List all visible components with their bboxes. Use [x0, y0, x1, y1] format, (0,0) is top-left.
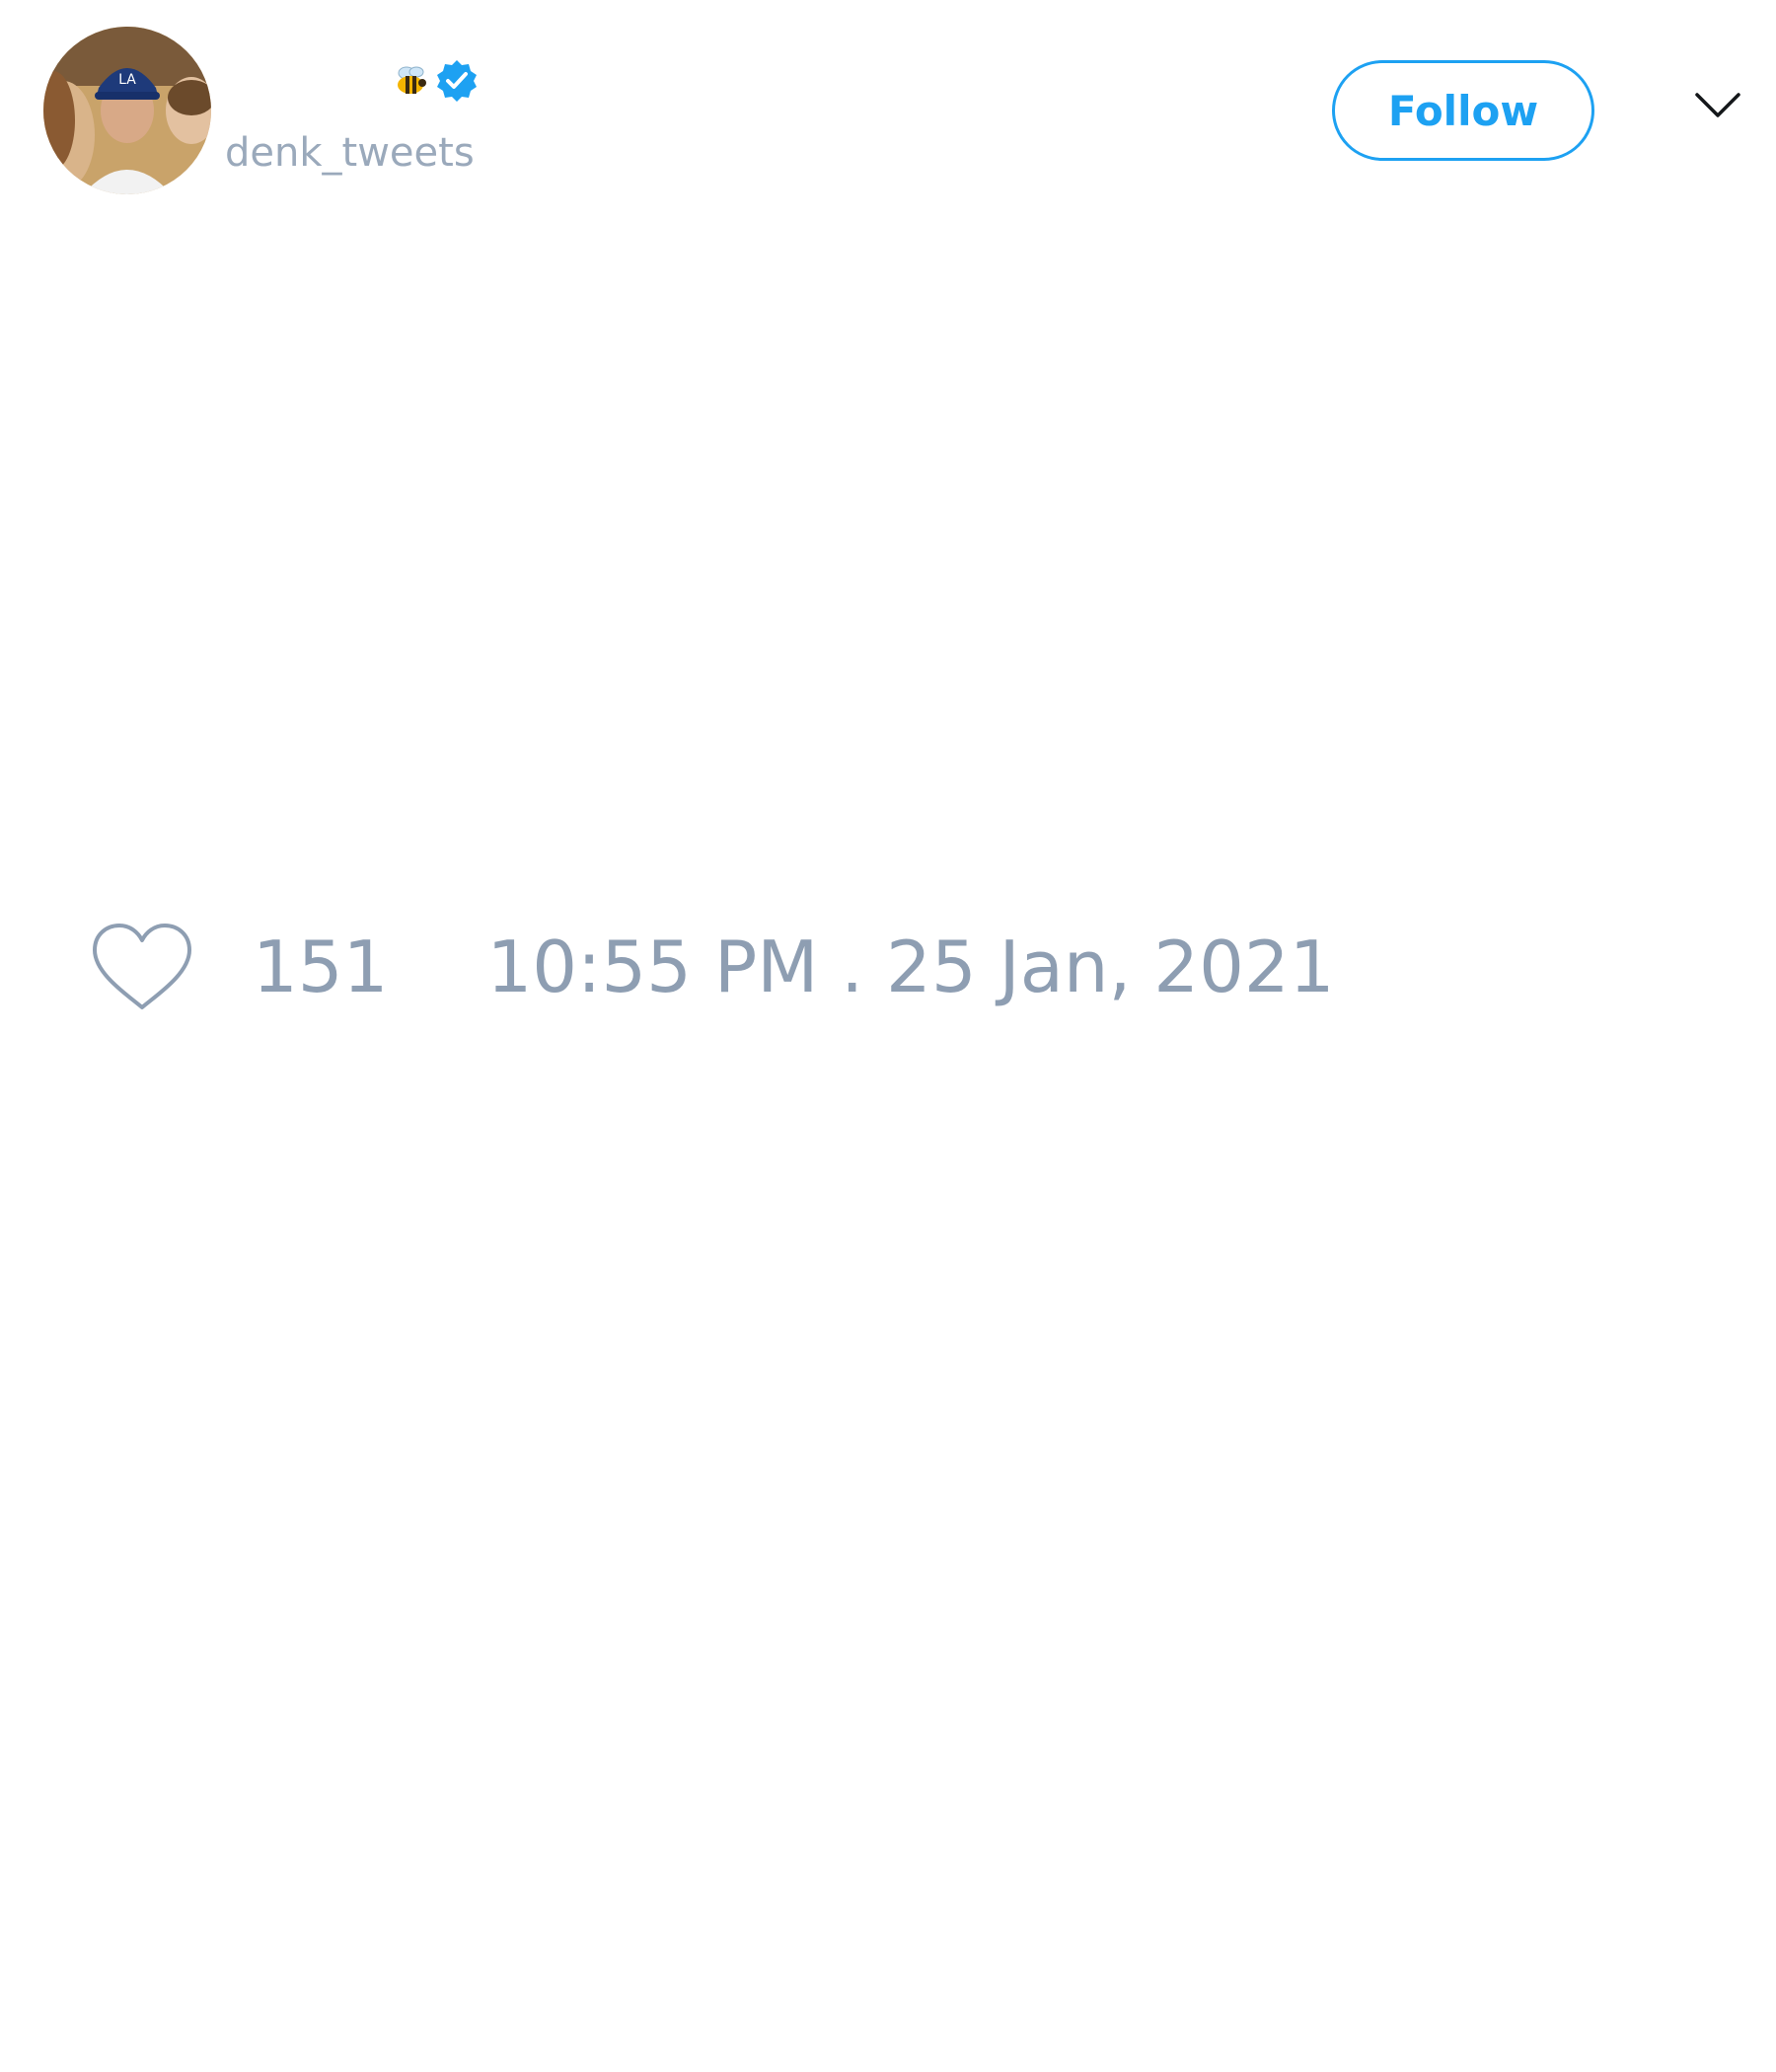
heart-icon[interactable] — [89, 921, 195, 1013]
svg-text:LA: LA — [118, 72, 136, 88]
follow-button[interactable]: Follow — [1332, 60, 1594, 161]
verified-badge-icon — [434, 58, 480, 104]
like-count: 151 — [253, 925, 389, 1008]
tweet-footer: 151 10:55 PM . 25 Jan, 2021 — [89, 918, 1335, 1016]
bee-icon — [393, 63, 428, 99]
author-name-row[interactable] — [225, 55, 480, 107]
tweet-timestamp[interactable]: 10:55 PM . 25 Jan, 2021 — [486, 925, 1334, 1008]
author-handle[interactable]: denk_tweets — [225, 125, 475, 181]
avatar[interactable]: LA — [43, 27, 211, 194]
chevron-down-icon[interactable] — [1694, 91, 1741, 120]
